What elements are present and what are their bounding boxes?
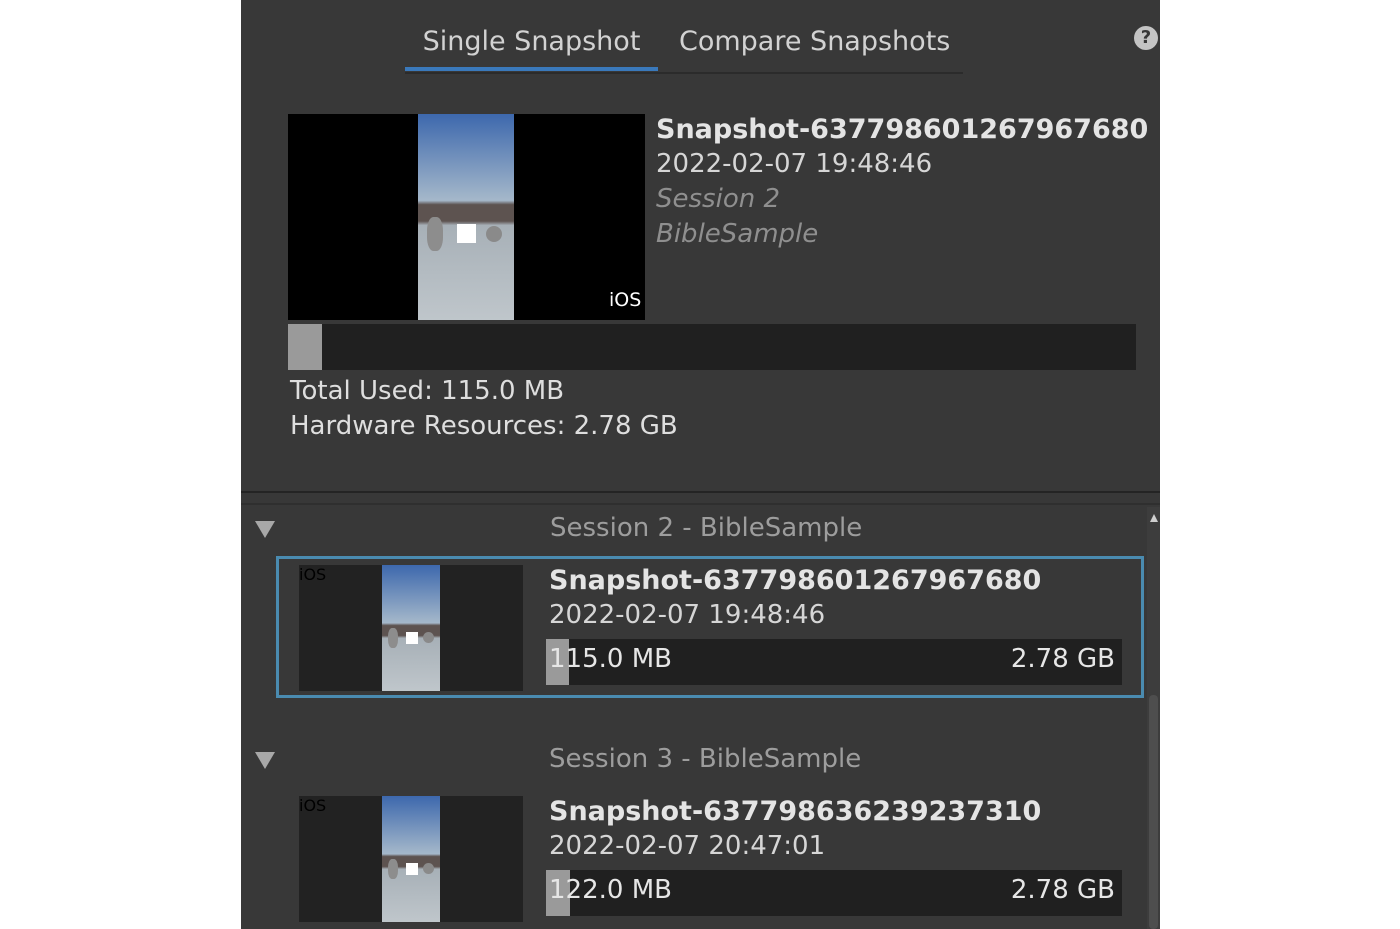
memory-profiler-panel: Single Snapshot Compare Snapshots ? iOS … (241, 0, 1160, 929)
snapshot-mode-tabs: Single Snapshot Compare Snapshots (405, 0, 963, 74)
selected-snapshot-memory-bar (288, 324, 1136, 370)
session-2-foldout-icon[interactable] (255, 521, 275, 538)
list-scrollbar-thumb[interactable] (1149, 695, 1158, 929)
active-tab-underline (405, 67, 658, 71)
total-memory-label: 2.78 GB (1010, 644, 1115, 674)
hardware-resources-label: Hardware Resources: 2.78 GB (290, 411, 678, 441)
selected-snapshot-session: Session 2 (656, 184, 781, 214)
platform-label: iOS (609, 289, 642, 311)
selected-snapshot-screenshot: iOS (288, 114, 645, 320)
session-3-foldout-icon[interactable] (255, 752, 275, 769)
snapshot-name: Snapshot-637798601267967680 (549, 565, 1042, 596)
selected-snapshot-name: Snapshot-637798601267967680 (656, 114, 1149, 145)
snapshot-date: 2022-02-07 20:47:01 (549, 831, 826, 861)
panel-splitter[interactable] (241, 491, 1160, 505)
tab-compare-snapshots[interactable]: Compare Snapshots (679, 24, 950, 60)
tab-single-snapshot[interactable]: Single Snapshot (405, 24, 658, 60)
snapshot-name: Snapshot-637798636239237310 (549, 796, 1042, 827)
snapshot-date: 2022-02-07 19:48:46 (549, 600, 826, 630)
snapshot-thumbnail: iOS (299, 796, 523, 922)
snapshot-memory-bar: 115.0 MB 2.78 GB (546, 639, 1122, 685)
used-memory-label: 122.0 MB (549, 875, 672, 905)
snapshot-memory-bar: 122.0 MB 2.78 GB (546, 870, 1122, 916)
total-memory-label: 2.78 GB (1010, 875, 1115, 905)
snapshot-thumbnail: iOS (299, 565, 523, 691)
selected-snapshot-project: BibleSample (656, 219, 819, 249)
selected-snapshot-date: 2022-02-07 19:48:46 (656, 149, 933, 179)
help-icon[interactable]: ? (1134, 26, 1158, 50)
used-memory-label: 115.0 MB (549, 644, 672, 674)
snapshot-item-session-2[interactable]: iOS Snapshot-637798601267967680 2022-02-… (276, 556, 1144, 698)
memory-bar-fill (288, 324, 322, 370)
snapshot-item-session-3[interactable]: iOS Snapshot-637798636239237310 2022-02-… (276, 787, 1144, 929)
session-2-title: Session 2 - BibleSample (550, 513, 863, 543)
scroll-up-arrow-icon[interactable] (1150, 514, 1158, 522)
total-used-label: Total Used: 115.0 MB (290, 376, 565, 406)
session-3-title: Session 3 - BibleSample (549, 744, 862, 774)
